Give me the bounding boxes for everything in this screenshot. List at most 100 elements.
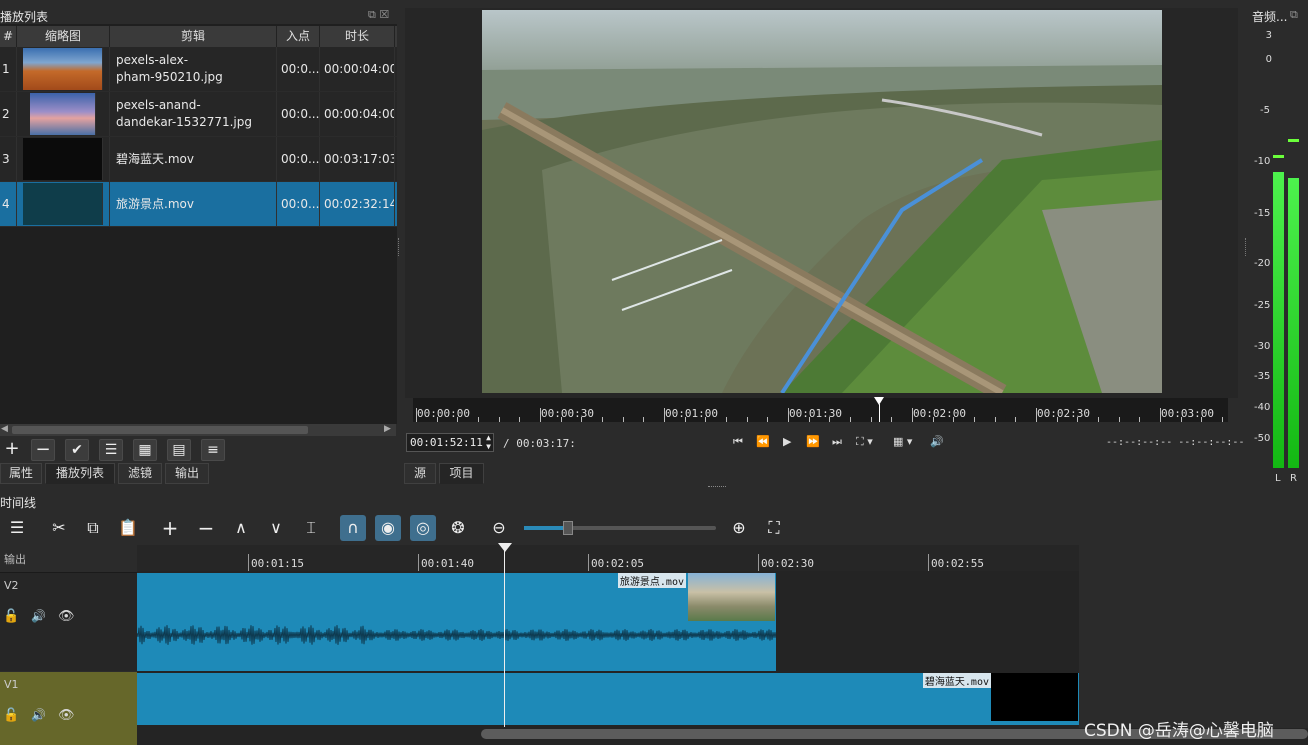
timeline-ruler-label: 00:02:30 xyxy=(761,557,814,570)
timeline-ruler-label: 00:01:40 xyxy=(421,557,474,570)
playlist-row-selected[interactable]: 4 旅游景点.mov 00:0... 00:02:32:14 xyxy=(0,182,397,227)
clip-v2[interactable]: 旅游景点.mov xyxy=(137,573,776,671)
snap-magnet-icon[interactable]: ∩ xyxy=(340,515,366,541)
ruler-label: 00:00:30 xyxy=(541,407,594,420)
visibility-eye-icon[interactable]: 👁 xyxy=(58,708,75,723)
zoom-out-icon[interactable]: ⊖ xyxy=(486,515,512,541)
timeline-ruler-label: 00:02:05 xyxy=(591,557,644,570)
tab-source[interactable]: 源 xyxy=(404,463,436,484)
ruler-label: 00:02:00 xyxy=(913,407,966,420)
tab-filters[interactable]: 滤镜 xyxy=(118,463,162,484)
clip-in: 00:0... xyxy=(277,137,320,181)
paste-icon[interactable]: 📋 xyxy=(115,515,141,541)
rewind-icon[interactable]: ⏪ xyxy=(756,435,770,448)
zoom-in-icon[interactable]: ⊕ xyxy=(726,515,752,541)
ruler-minor-tick xyxy=(519,417,521,422)
detail-view-icon[interactable]: ▤ xyxy=(167,439,191,461)
track-header-v2[interactable]: V2 🔓 🔊 👁 xyxy=(0,572,137,671)
col-thumbnail[interactable]: 缩略图 xyxy=(17,26,110,47)
ruler-minor-tick xyxy=(1056,417,1058,422)
skip-next-icon[interactable]: ⏭ xyxy=(832,435,842,449)
play-icon[interactable]: ▶ xyxy=(783,435,791,448)
remove-icon[interactable]: − xyxy=(193,515,219,541)
splitter-handle[interactable] xyxy=(1245,238,1248,256)
splitter-handle[interactable] xyxy=(398,238,401,256)
fast-forward-icon[interactable]: ⏩ xyxy=(806,435,820,448)
visibility-eye-icon[interactable]: 👁 xyxy=(58,609,75,624)
grid-icon[interactable]: ▦ ▾ xyxy=(893,435,912,448)
splitter-handle[interactable] xyxy=(708,486,726,489)
scroll-left-icon[interactable]: ◀ xyxy=(1,424,8,434)
zoom-fit-icon[interactable]: ⛶ ▾ xyxy=(856,435,873,449)
volume-icon[interactable]: 🔊 xyxy=(930,435,944,448)
add-icon[interactable]: + xyxy=(0,439,24,461)
menu-icon[interactable]: ≡ xyxy=(201,439,225,461)
position-spinbox[interactable]: 00:01:52:11 ▲ ▼ xyxy=(406,433,494,452)
ripple-target-icon[interactable]: ◎ xyxy=(410,515,436,541)
lift-icon[interactable]: ∧ xyxy=(228,515,254,541)
viewer-ruler[interactable]: 00:00:00 00:00:30 00:01:00 00:01:30 00:02:00… xyxy=(413,398,1228,422)
tab-properties[interactable]: 属性 xyxy=(0,463,42,484)
col-duration[interactable]: 时长 xyxy=(320,26,395,47)
track-header-v1[interactable]: V1 🔓 🔊 👁 xyxy=(0,672,137,745)
mute-icon[interactable]: 🔊 xyxy=(31,708,46,722)
clip-v1[interactable]: 碧海蓝天.mov xyxy=(137,673,1079,725)
playlist-hscrollbar[interactable]: ◀ ▶ xyxy=(0,424,396,436)
meter-scale-label: -25 xyxy=(1254,300,1271,311)
playlist-row[interactable]: 1 pexels-alex-pham-950210.jpg 00:0... 00… xyxy=(0,47,397,92)
dock-float-close-icons[interactable]: ⧉ ☒ xyxy=(368,8,389,22)
ripple-all-icon[interactable]: ❂ xyxy=(445,515,471,541)
menu-icon[interactable]: ☰ xyxy=(4,515,30,541)
audio-meter-title: 音频... xyxy=(1252,10,1288,24)
playlist-row[interactable]: 3 碧海蓝天.mov 00:0... 00:03:17:03 xyxy=(0,137,397,182)
list-view-icon[interactable]: ☰ xyxy=(99,439,123,461)
playlist-row[interactable]: 2 pexels-anand-dandekar-1532771.jpg 00:0… xyxy=(0,92,397,137)
spin-arrows-icon[interactable]: ▲ ▼ xyxy=(486,433,491,451)
col-in[interactable]: 入点 xyxy=(277,26,320,47)
ruler-minor-tick xyxy=(1098,417,1099,422)
playhead-line xyxy=(879,404,880,422)
overwrite-icon[interactable]: ∨ xyxy=(263,515,289,541)
row-num: 1 xyxy=(0,47,17,91)
clip-label: 旅游景点.mov xyxy=(617,573,686,588)
scroll-thumb[interactable] xyxy=(12,426,308,434)
meter-scale-label: -50 xyxy=(1254,433,1271,444)
tab-project[interactable]: 项目 xyxy=(439,463,484,484)
timeline-ruler-tick xyxy=(758,554,759,571)
timeline-playhead-icon[interactable] xyxy=(498,543,512,552)
ruler-minor-tick xyxy=(891,417,893,422)
tab-export[interactable]: 输出 xyxy=(165,463,209,484)
timeline-ruler[interactable]: 00:01:15 00:01:40 00:02:05 00:02:30 00:02:55 xyxy=(137,545,1079,571)
zoom-fit-icon[interactable]: ⛶ xyxy=(761,515,787,541)
clip-in: 00:0... xyxy=(277,92,320,136)
ruler-minor-tick xyxy=(560,417,562,422)
grid-view-icon[interactable]: ▦ xyxy=(133,439,157,461)
zoom-slider-handle[interactable] xyxy=(563,521,573,535)
mute-icon[interactable]: 🔊 xyxy=(31,609,46,623)
col-clip[interactable]: 剪辑 xyxy=(110,26,277,47)
clip-name: pexels-alex- xyxy=(116,53,189,67)
thumbnail-desert xyxy=(23,48,103,90)
skip-previous-icon[interactable]: ⏮ xyxy=(733,435,743,449)
split-icon[interactable]: ⌶ xyxy=(298,515,324,541)
clip-in: 00:0... xyxy=(277,182,320,226)
lock-icon[interactable]: 🔓 xyxy=(3,609,19,624)
copy-icon[interactable]: ⧉ xyxy=(80,515,106,541)
tab-playlist[interactable]: 播放列表 xyxy=(45,463,115,484)
ruler-minor-tick xyxy=(622,417,624,422)
append-icon[interactable]: + xyxy=(157,515,183,541)
meter-scale-label: -20 xyxy=(1254,258,1271,269)
lock-icon[interactable]: 🔓 xyxy=(3,708,19,723)
meter-bar-right xyxy=(1288,178,1299,468)
scrub-eye-icon[interactable]: ◉ xyxy=(375,515,401,541)
update-check-icon[interactable]: ✔ xyxy=(65,439,89,461)
dock-float-close-icons[interactable]: ⧉ xyxy=(1290,8,1298,22)
clip-label: 碧海蓝天.mov xyxy=(922,673,991,688)
scroll-right-icon[interactable]: ▶ xyxy=(384,424,391,434)
cut-icon[interactable]: ✂ xyxy=(46,515,72,541)
zoom-slider[interactable] xyxy=(524,521,716,535)
col-num[interactable]: # xyxy=(0,26,17,47)
ruler-minor-tick xyxy=(498,417,500,422)
meter-scale-label: 3 xyxy=(1265,30,1272,41)
remove-icon[interactable]: − xyxy=(31,439,55,461)
